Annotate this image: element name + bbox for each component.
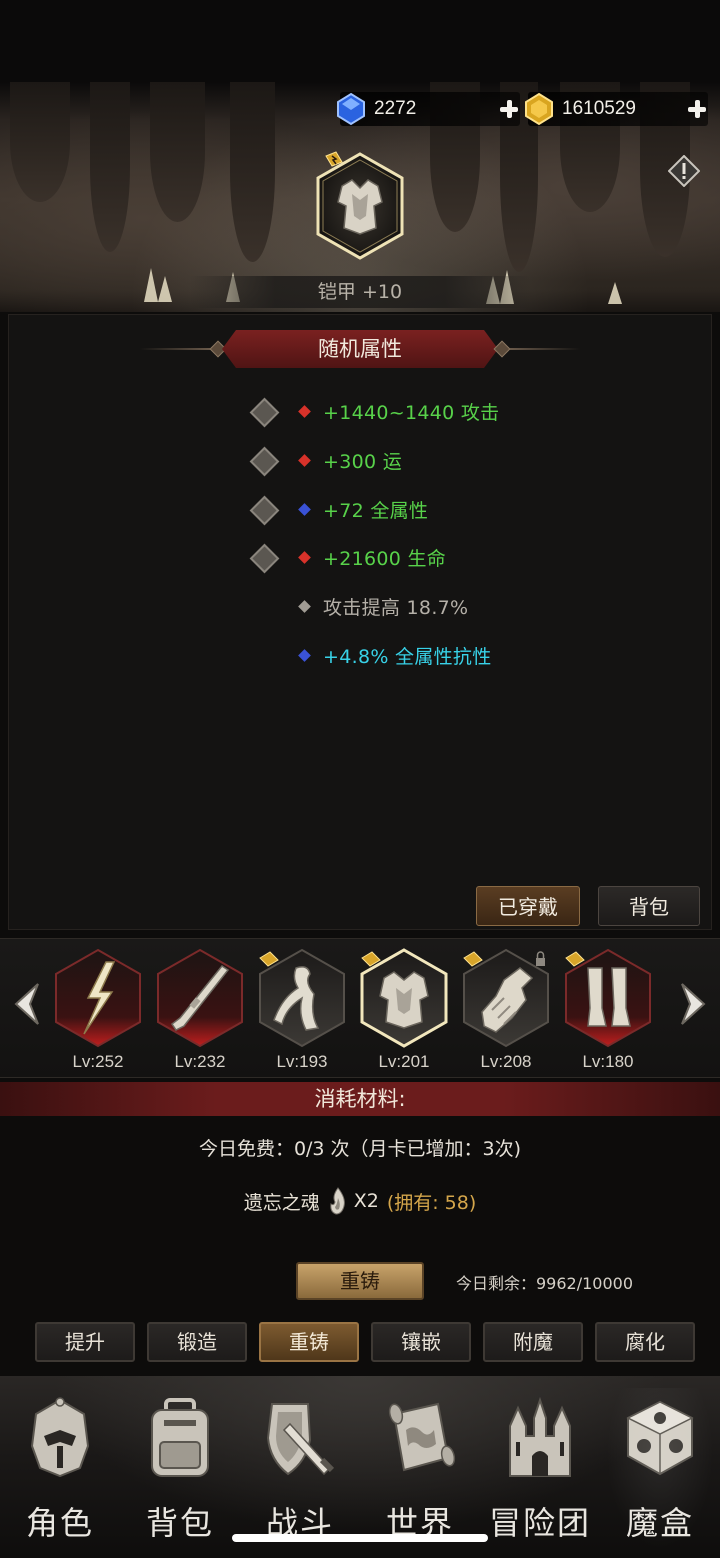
nav-label: 冒险团	[488, 1504, 591, 1542]
nav-label: 魔盒	[625, 1504, 694, 1542]
diamond-amount: 2272	[374, 98, 417, 119]
attribute-row: +300 运	[248, 443, 402, 477]
quality-dot-icon	[298, 404, 311, 418]
blue-gem-icon	[337, 92, 365, 126]
equipment-level: Lv:252	[72, 1052, 124, 1071]
attribute-row: +4.8% 全属性抗性	[248, 638, 492, 672]
attribute-lock-toggle[interactable]	[248, 396, 278, 426]
section-header: 随机属性	[140, 330, 580, 368]
material-quantity: X2	[353, 1190, 379, 1212]
equipment-level: Lv:193	[276, 1052, 328, 1071]
add-diamonds-button[interactable]	[498, 98, 520, 120]
attribute-lock-toggle[interactable]	[248, 494, 278, 524]
add-gold-button[interactable]	[686, 98, 708, 120]
attribute-lock-placeholder	[248, 591, 278, 621]
lightning-bolt-icon	[55, 948, 141, 1048]
item-title: 铠甲 +10	[190, 276, 530, 308]
material-owned: (拥有: 58)	[386, 1191, 477, 1214]
tab-enchant[interactable]: 附魔	[483, 1322, 583, 1362]
attribute-row: 攻击提高 18.7%	[248, 589, 468, 623]
reforge-button[interactable]: 重铸	[296, 1262, 424, 1300]
divider	[140, 348, 210, 350]
nav-adventure-team[interactable]: 冒险团	[480, 1396, 600, 1546]
attribute-row: +1440~1440 攻击	[248, 394, 500, 428]
random-attributes-title: 随机属性	[222, 330, 498, 368]
equipment-slot[interactable]: Lv:208	[456, 948, 556, 1072]
scarf-icon	[259, 948, 345, 1048]
armor-icon	[360, 948, 448, 1048]
helmet-icon	[30, 1397, 90, 1478]
shield-sword-icon	[266, 1403, 335, 1476]
quality-dot-icon	[298, 453, 311, 467]
equipment-slot[interactable]: Lv:252	[48, 948, 148, 1072]
castle-icon	[509, 1396, 571, 1477]
rune-badge-icon	[259, 951, 279, 967]
equipped-button[interactable]: 已穿戴	[476, 886, 580, 926]
nav-magic-box[interactable]: 魔盒	[600, 1388, 720, 1550]
nav-backpack[interactable]: 背包	[120, 1396, 240, 1546]
attribute-text: +72 全属性	[323, 499, 429, 522]
gold-gem-icon	[525, 92, 553, 126]
tab-corrupt[interactable]: 腐化	[595, 1322, 695, 1362]
attribute-row: +21600 生命	[248, 540, 446, 574]
attribute-row: +72 全属性	[248, 492, 428, 526]
nav-label: 背包	[145, 1504, 214, 1542]
attribute-lock-toggle[interactable]	[248, 445, 278, 475]
equipment-slot[interactable]: Lv:180	[558, 948, 658, 1072]
diamond-counter: 2272	[337, 92, 520, 126]
map-scroll-icon	[388, 1402, 456, 1472]
free-attempts-text: 今日免费：0/3 次（月卡已增加：3次)	[198, 1138, 522, 1160]
equipment-level: Lv:232	[174, 1052, 226, 1071]
quality-dot-icon	[298, 502, 311, 516]
quality-dot-icon	[298, 599, 311, 613]
nav-world[interactable]: 世界	[360, 1396, 480, 1546]
quality-dot-icon	[298, 648, 311, 662]
musket-icon	[157, 948, 243, 1048]
greaves-icon	[565, 948, 651, 1048]
attribute-text: +21600 生命	[323, 547, 447, 570]
attribute-text: +300 运	[323, 450, 403, 473]
tab-forge[interactable]: 锻造	[147, 1322, 247, 1362]
material-cost: 遗忘之魂 X2 (拥有: 58)	[0, 1186, 720, 1216]
armor-icon	[316, 151, 404, 260]
nav-battle[interactable]: 战斗	[240, 1396, 360, 1546]
quality-dot-icon	[298, 550, 311, 564]
magic-cube-icon	[626, 1400, 694, 1476]
gold-amount: 1610529	[562, 98, 636, 119]
ornament-icon	[493, 340, 511, 358]
gauntlet-icon	[463, 948, 549, 1048]
backpack-button[interactable]: 背包	[598, 886, 700, 926]
soul-flame-icon	[330, 1187, 345, 1215]
nav-character[interactable]: 角色	[0, 1396, 120, 1546]
tab-upgrade[interactable]: 提升	[35, 1322, 135, 1362]
material-name: 遗忘之魂	[243, 1191, 320, 1214]
warning-info-icon[interactable]	[668, 155, 700, 187]
chevron-right-icon[interactable]	[676, 980, 712, 1028]
attribute-text: 攻击提高 18.7%	[323, 596, 469, 619]
tab-inlay[interactable]: 镶嵌	[371, 1322, 471, 1362]
lock-icon	[536, 958, 545, 966]
home-indicator[interactable]	[232, 1534, 488, 1542]
chevron-left-icon[interactable]	[8, 980, 44, 1028]
backpack-icon	[151, 1398, 209, 1477]
divider	[510, 348, 580, 350]
remaining-today-text: 今日剩余：9962/10000	[456, 1274, 634, 1293]
equipment-slot-selected[interactable]: Lv:201	[354, 948, 454, 1072]
materials-header: 消耗材料:	[0, 1082, 720, 1116]
gold-counter: 1610529	[525, 92, 708, 126]
attribute-lock-placeholder	[248, 640, 278, 670]
equipment-slot[interactable]: Lv:232	[150, 948, 250, 1072]
equipment-level: Lv:208	[480, 1052, 532, 1071]
equipment-slot[interactable]: Lv:193	[252, 948, 352, 1072]
attribute-text: +1440~1440 攻击	[323, 401, 500, 424]
tab-reforge[interactable]: 重铸	[259, 1322, 359, 1362]
equipment-level: Lv:180	[582, 1052, 634, 1071]
attribute-lock-toggle[interactable]	[248, 542, 278, 572]
attribute-text: +4.8% 全属性抗性	[323, 645, 492, 668]
equipment-level: Lv:201	[378, 1052, 430, 1071]
nav-label: 角色	[25, 1504, 94, 1542]
